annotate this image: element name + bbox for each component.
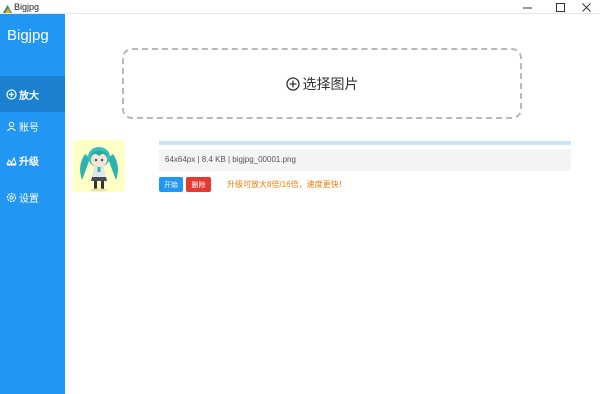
brand-logo-text: Bigjpg [7,27,49,44]
start-button[interactable]: 开始 [159,177,183,192]
file-info: 64x64px | 8.4 KB | bigjpg_00001.png [159,149,571,171]
upgrade-icon [6,155,17,166]
plus-circle-icon [6,88,17,100]
sidebar-item-upgrade[interactable]: 升级 [0,142,65,178]
sidebar-item-settings[interactable]: 设置 [0,179,65,215]
sidebar-item-account[interactable]: 账号 [0,108,65,144]
sidebar-item-label: 升级 [19,156,39,168]
sidebar-item-enlarge[interactable]: 放大 [0,76,65,112]
sidebar: Bigjpg 放大 账号 升级 设置 [0,14,65,394]
app-logo-icon [2,1,13,13]
sidebar-item-label: 设置 [19,193,39,205]
select-image-label: 选择图片 [302,75,359,92]
upgrade-tip-text[interactable]: 升级可放大8倍/16倍，速度更快！ [227,179,347,190]
sidebar-item-label: 账号 [19,122,39,134]
minimize-button[interactable] [513,0,541,14]
delete-button[interactable]: 删除 [186,177,211,192]
select-image-dropzone[interactable]: 选择图片 [122,48,522,119]
maximize-button[interactable] [546,0,574,14]
plus-circle-icon [285,76,300,91]
user-icon [6,121,17,132]
sidebar-item-label: 放大 [19,90,39,102]
window-title: Bigjpg [14,2,40,12]
gear-icon [6,192,17,203]
close-button[interactable] [572,0,600,14]
progress-bar [159,141,571,145]
image-thumbnail [73,140,125,192]
window-title-bar: Bigjpg [0,0,600,14]
